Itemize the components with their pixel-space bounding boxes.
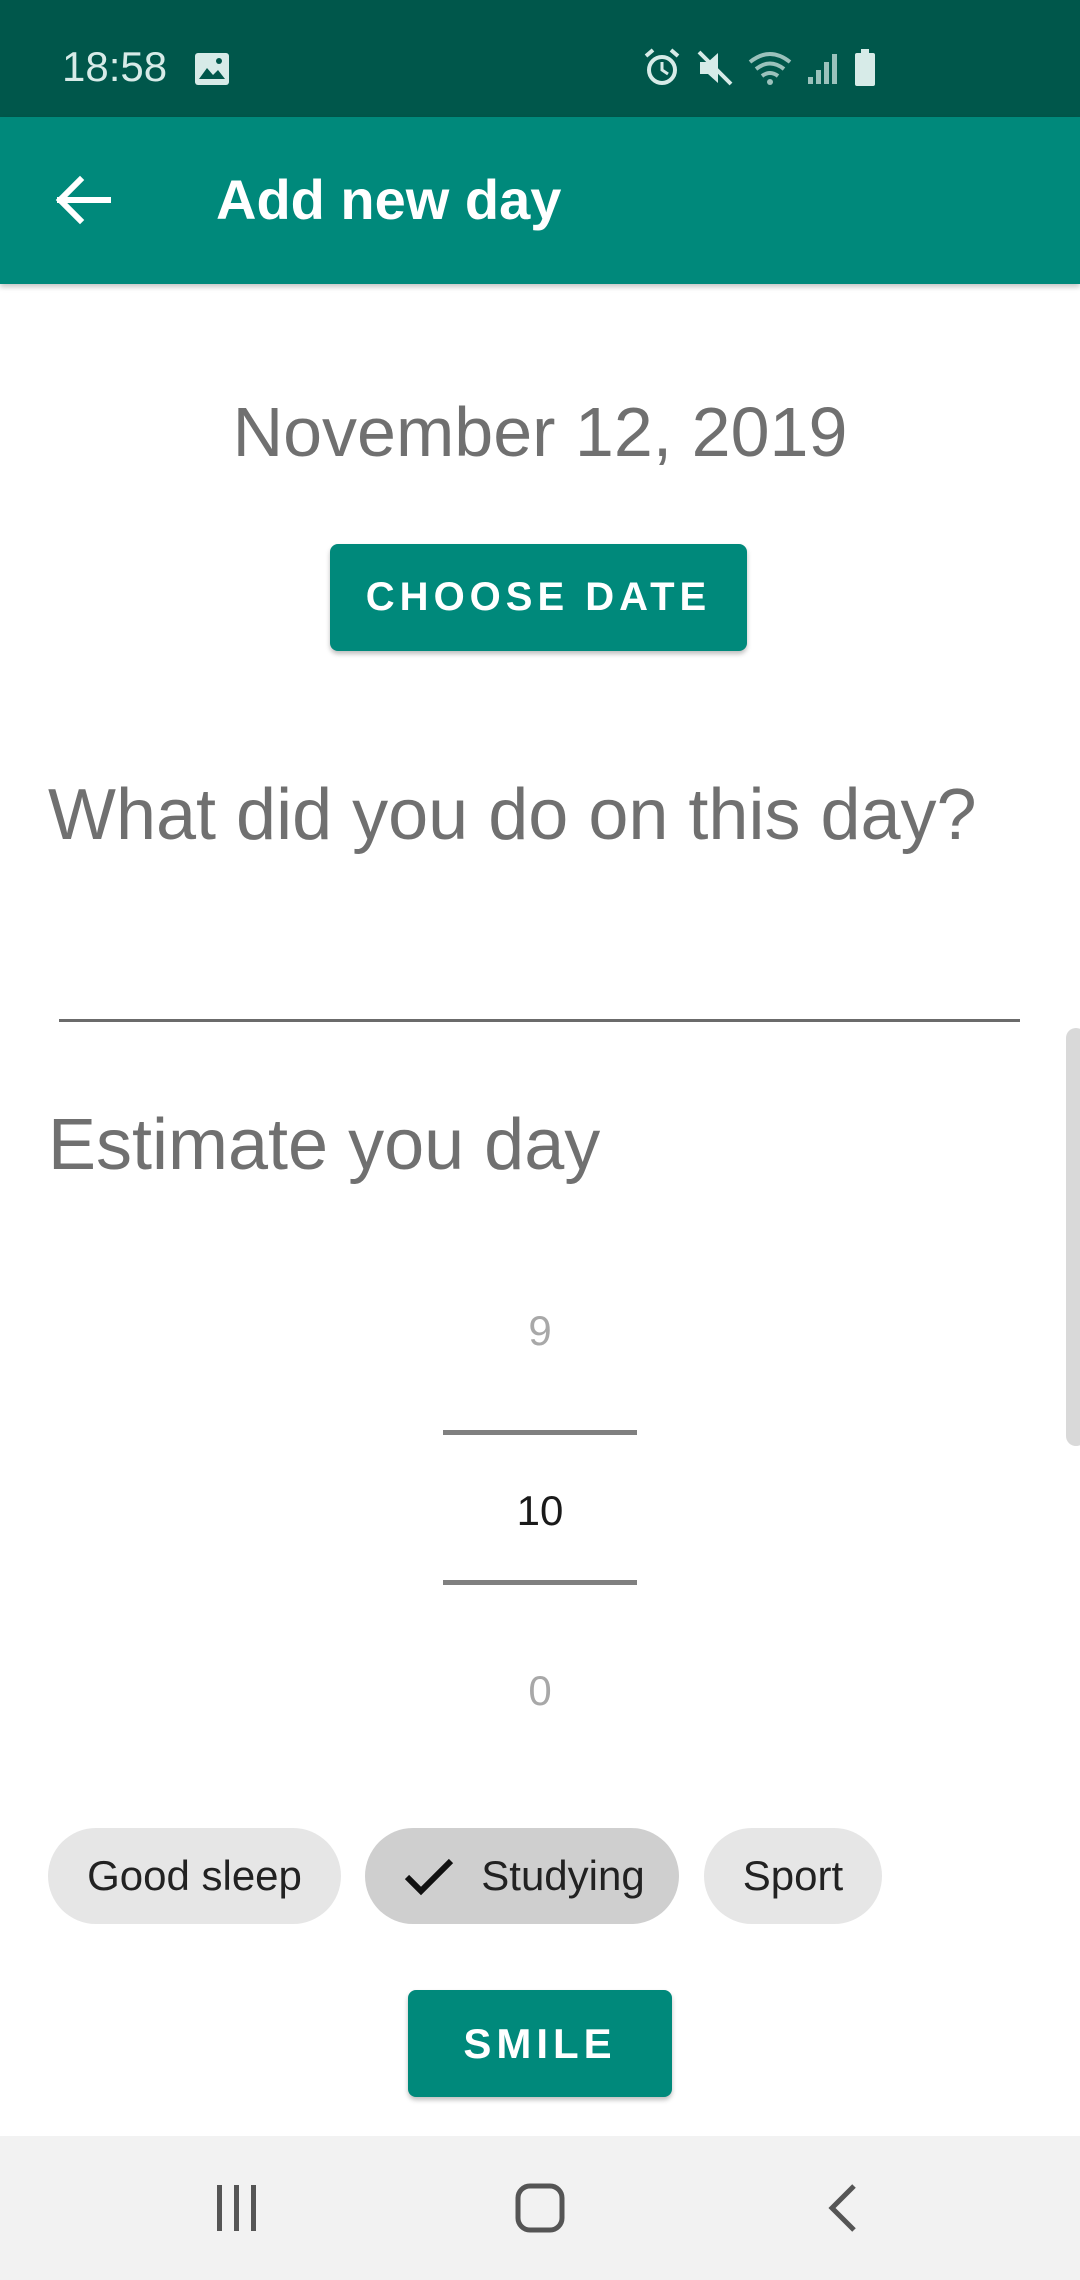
chip-sport[interactable]: Sport xyxy=(704,1828,882,1924)
activity-input[interactable] xyxy=(59,1019,1020,1022)
back-icon xyxy=(828,2184,856,2232)
mute-icon xyxy=(696,49,734,92)
home-button[interactable] xyxy=(500,2178,580,2238)
signal-icon xyxy=(806,51,840,90)
check-icon xyxy=(405,1858,454,1896)
chip-label: Sport xyxy=(742,1852,844,1899)
status-time: 18:58 xyxy=(62,43,168,90)
home-icon xyxy=(515,2183,565,2233)
selected-date: November 12, 2019 xyxy=(232,393,848,471)
chip-label: Studying xyxy=(481,1852,645,1899)
estimate-title: Estimate you day xyxy=(48,1105,601,1185)
page-title: Add new day xyxy=(216,168,562,231)
image-icon xyxy=(194,52,230,91)
picker-value-above[interactable]: 9 xyxy=(440,1306,640,1356)
picker-value-below[interactable]: 0 xyxy=(440,1666,640,1716)
chip-good-sleep[interactable]: Good sleep xyxy=(48,1828,341,1924)
recent-apps-button[interactable] xyxy=(197,2178,277,2238)
activity-question: What did you do on this day? xyxy=(48,775,977,855)
arrow-back-icon xyxy=(55,175,111,225)
picker-value-current[interactable]: 10 xyxy=(440,1486,640,1536)
recent-apps-icon xyxy=(217,2185,256,2231)
chip-studying[interactable]: Studying xyxy=(365,1828,679,1924)
status-bar: 18:58 xyxy=(0,0,1080,117)
battery-icon xyxy=(854,49,876,92)
picker-divider-top xyxy=(443,1430,637,1435)
nav-bar xyxy=(0,2136,1080,2280)
chip-label: Good sleep xyxy=(87,1852,302,1899)
back-nav-button[interactable] xyxy=(802,2178,882,2238)
choose-date-button[interactable]: CHOOSE DATE xyxy=(330,544,747,651)
back-button[interactable] xyxy=(50,167,116,233)
picker-divider-bottom xyxy=(443,1580,637,1585)
smile-button[interactable]: SMILE xyxy=(408,1990,672,2097)
wifi-icon xyxy=(748,50,792,91)
alarm-icon xyxy=(642,48,682,93)
scrollbar-thumb[interactable] xyxy=(1066,1028,1080,1446)
app-bar: Add new day xyxy=(0,117,1080,284)
